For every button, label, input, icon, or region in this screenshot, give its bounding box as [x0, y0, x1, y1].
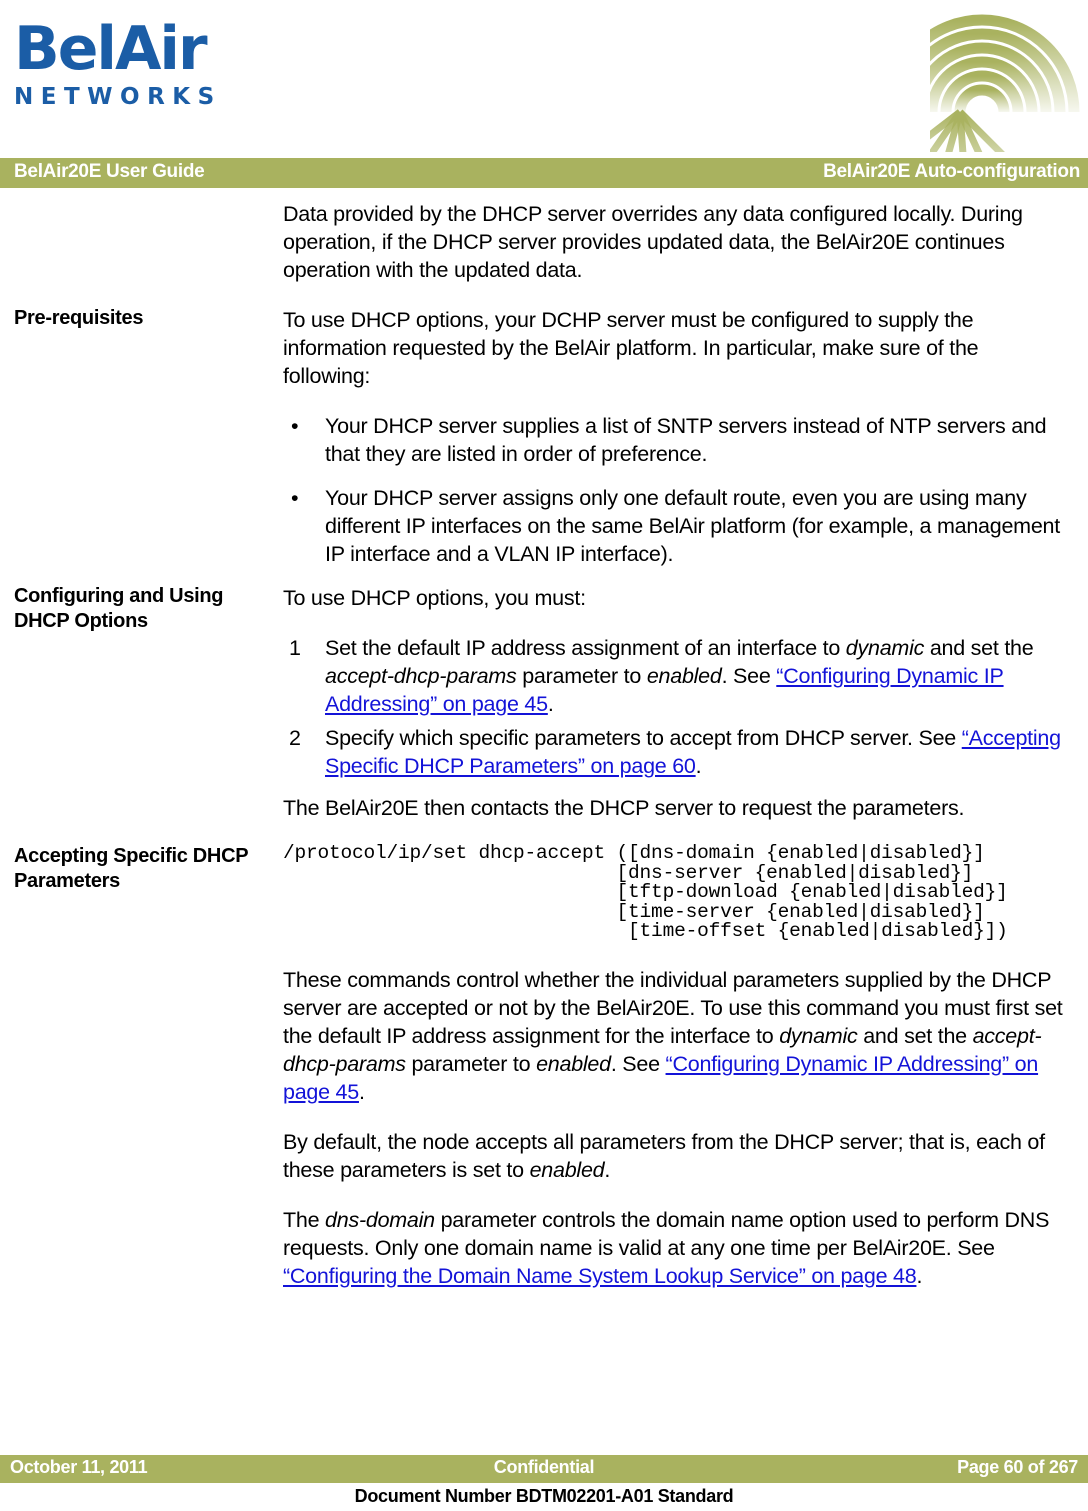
emphasis-accept-dhcp-params: accept-dhcp-params: [325, 664, 517, 688]
para-text-part: . See: [610, 1051, 666, 1076]
pre-requisites-bullet-list: • Your DHCP server supplies a list of SN…: [283, 412, 1063, 568]
section-pre-requisites: Pre-requisites To use DHCP options, your…: [0, 306, 1088, 568]
emphasis-dns-domain: dns-domain: [325, 1207, 435, 1232]
header-chapter-title: BelAir20E Auto-configuration: [823, 161, 1080, 182]
logo-wordmark: BelAir: [14, 14, 208, 84]
bullet-dot-icon: •: [291, 414, 299, 438]
step-text-part: . See: [721, 664, 777, 688]
list-item: 2 Specify which specific parameters to a…: [283, 724, 1063, 780]
step-text-part: .: [547, 692, 554, 716]
para-text-part: .: [358, 1079, 365, 1104]
section-accepting-specific-dhcp-parameters: Accepting Specific DHCP Parameters /prot…: [0, 842, 1088, 1290]
page-header-band: BelAir20E User Guide BelAir20E Auto-conf…: [0, 158, 1088, 188]
list-item-text: Your DHCP server supplies a list of SNTP…: [325, 414, 1047, 466]
step-number: 1: [289, 636, 301, 660]
list-item: • Your DHCP server supplies a list of SN…: [283, 412, 1063, 468]
step-text-part: .: [695, 754, 702, 778]
side-heading-configuring-dhcp-options: Configuring and Using DHCP Options: [14, 585, 224, 632]
list-item-text: Your DHCP server assigns only one defaul…: [325, 486, 1060, 566]
header-guide-title: BelAir20E User Guide: [14, 161, 205, 182]
section-configuring-dhcp-options: Configuring and Using DHCP Options To us…: [0, 584, 1088, 822]
emphasis-enabled: enabled: [646, 664, 722, 688]
step-number: 2: [289, 726, 301, 750]
para-text-part: .: [604, 1157, 611, 1182]
side-heading-pre-requisites: Pre-requisites: [14, 307, 144, 329]
footer-page-number: Page 60 of 267: [957, 1457, 1078, 1477]
emphasis-enabled: enabled: [529, 1157, 605, 1182]
cli-command-code-block: /protocol/ip/set dhcp-accept ([dns-domai…: [283, 842, 1008, 942]
list-item: • Your DHCP server assigns only one defa…: [283, 484, 1063, 568]
step-text-part: Set the default IP address assignment of…: [325, 636, 846, 660]
configuring-closing: The BelAir20E then contacts the DHCP ser…: [283, 796, 965, 820]
side-heading-accepting-specific-dhcp-parameters: Accepting Specific DHCP Parameters: [14, 845, 248, 892]
paragraph-dns-domain: The dns-domain parameter controls the do…: [283, 1206, 1063, 1290]
para-text-part: parameter to: [405, 1051, 537, 1076]
list-item: 1 Set the default IP address assignment …: [283, 634, 1063, 718]
intro-paragraph: Data provided by the DHCP server overrid…: [283, 202, 1023, 282]
para-text-part: and set the: [857, 1023, 973, 1048]
emphasis-dynamic: dynamic: [779, 1023, 858, 1048]
para-text-part: .: [916, 1263, 923, 1288]
fan-graphic-icon: [930, 0, 1088, 152]
cross-reference-link[interactable]: “Configuring the Domain Name System Look…: [283, 1264, 917, 1288]
step-text: Set the default IP address assignment of…: [325, 636, 1034, 716]
footer-document-number: Document Number BDTM02201-A01 Standard: [354, 1486, 734, 1506]
step-text-part: Specify which specific parameters to acc…: [325, 726, 962, 750]
step-text-part: and set the: [924, 636, 1034, 660]
pre-requisites-lead: To use DHCP options, your DCHP server mu…: [283, 308, 979, 388]
step-text: Specify which specific parameters to acc…: [325, 726, 1061, 778]
page-content: Data provided by the DHCP server overrid…: [0, 200, 1088, 1312]
configuring-lead: To use DHCP options, you must:: [283, 586, 586, 610]
paragraph-by-default: By default, the node accepts all paramet…: [283, 1128, 1063, 1184]
footer-classification: Confidential: [493, 1457, 595, 1477]
configuring-step-list: 1 Set the default IP address assignment …: [283, 634, 1063, 780]
emphasis-dynamic: dynamic: [845, 636, 925, 660]
para-text-part: The: [283, 1207, 326, 1232]
para-text-part: By default, the node accepts all paramet…: [283, 1129, 1045, 1182]
page-footer-band: October 11, 2011 Confidential Page 60 of…: [0, 1455, 1088, 1483]
paragraph-commands-control: These commands control whether the indiv…: [283, 966, 1063, 1106]
bullet-dot-icon: •: [291, 486, 299, 510]
step-text-part: parameter to: [516, 664, 647, 688]
logo-submark: NETWORKS: [14, 84, 222, 110]
emphasis-enabled: enabled: [536, 1051, 611, 1076]
section-intro: Data provided by the DHCP server overrid…: [0, 200, 1088, 284]
belair-networks-logo: BelAir NETWORKS: [14, 18, 274, 110]
